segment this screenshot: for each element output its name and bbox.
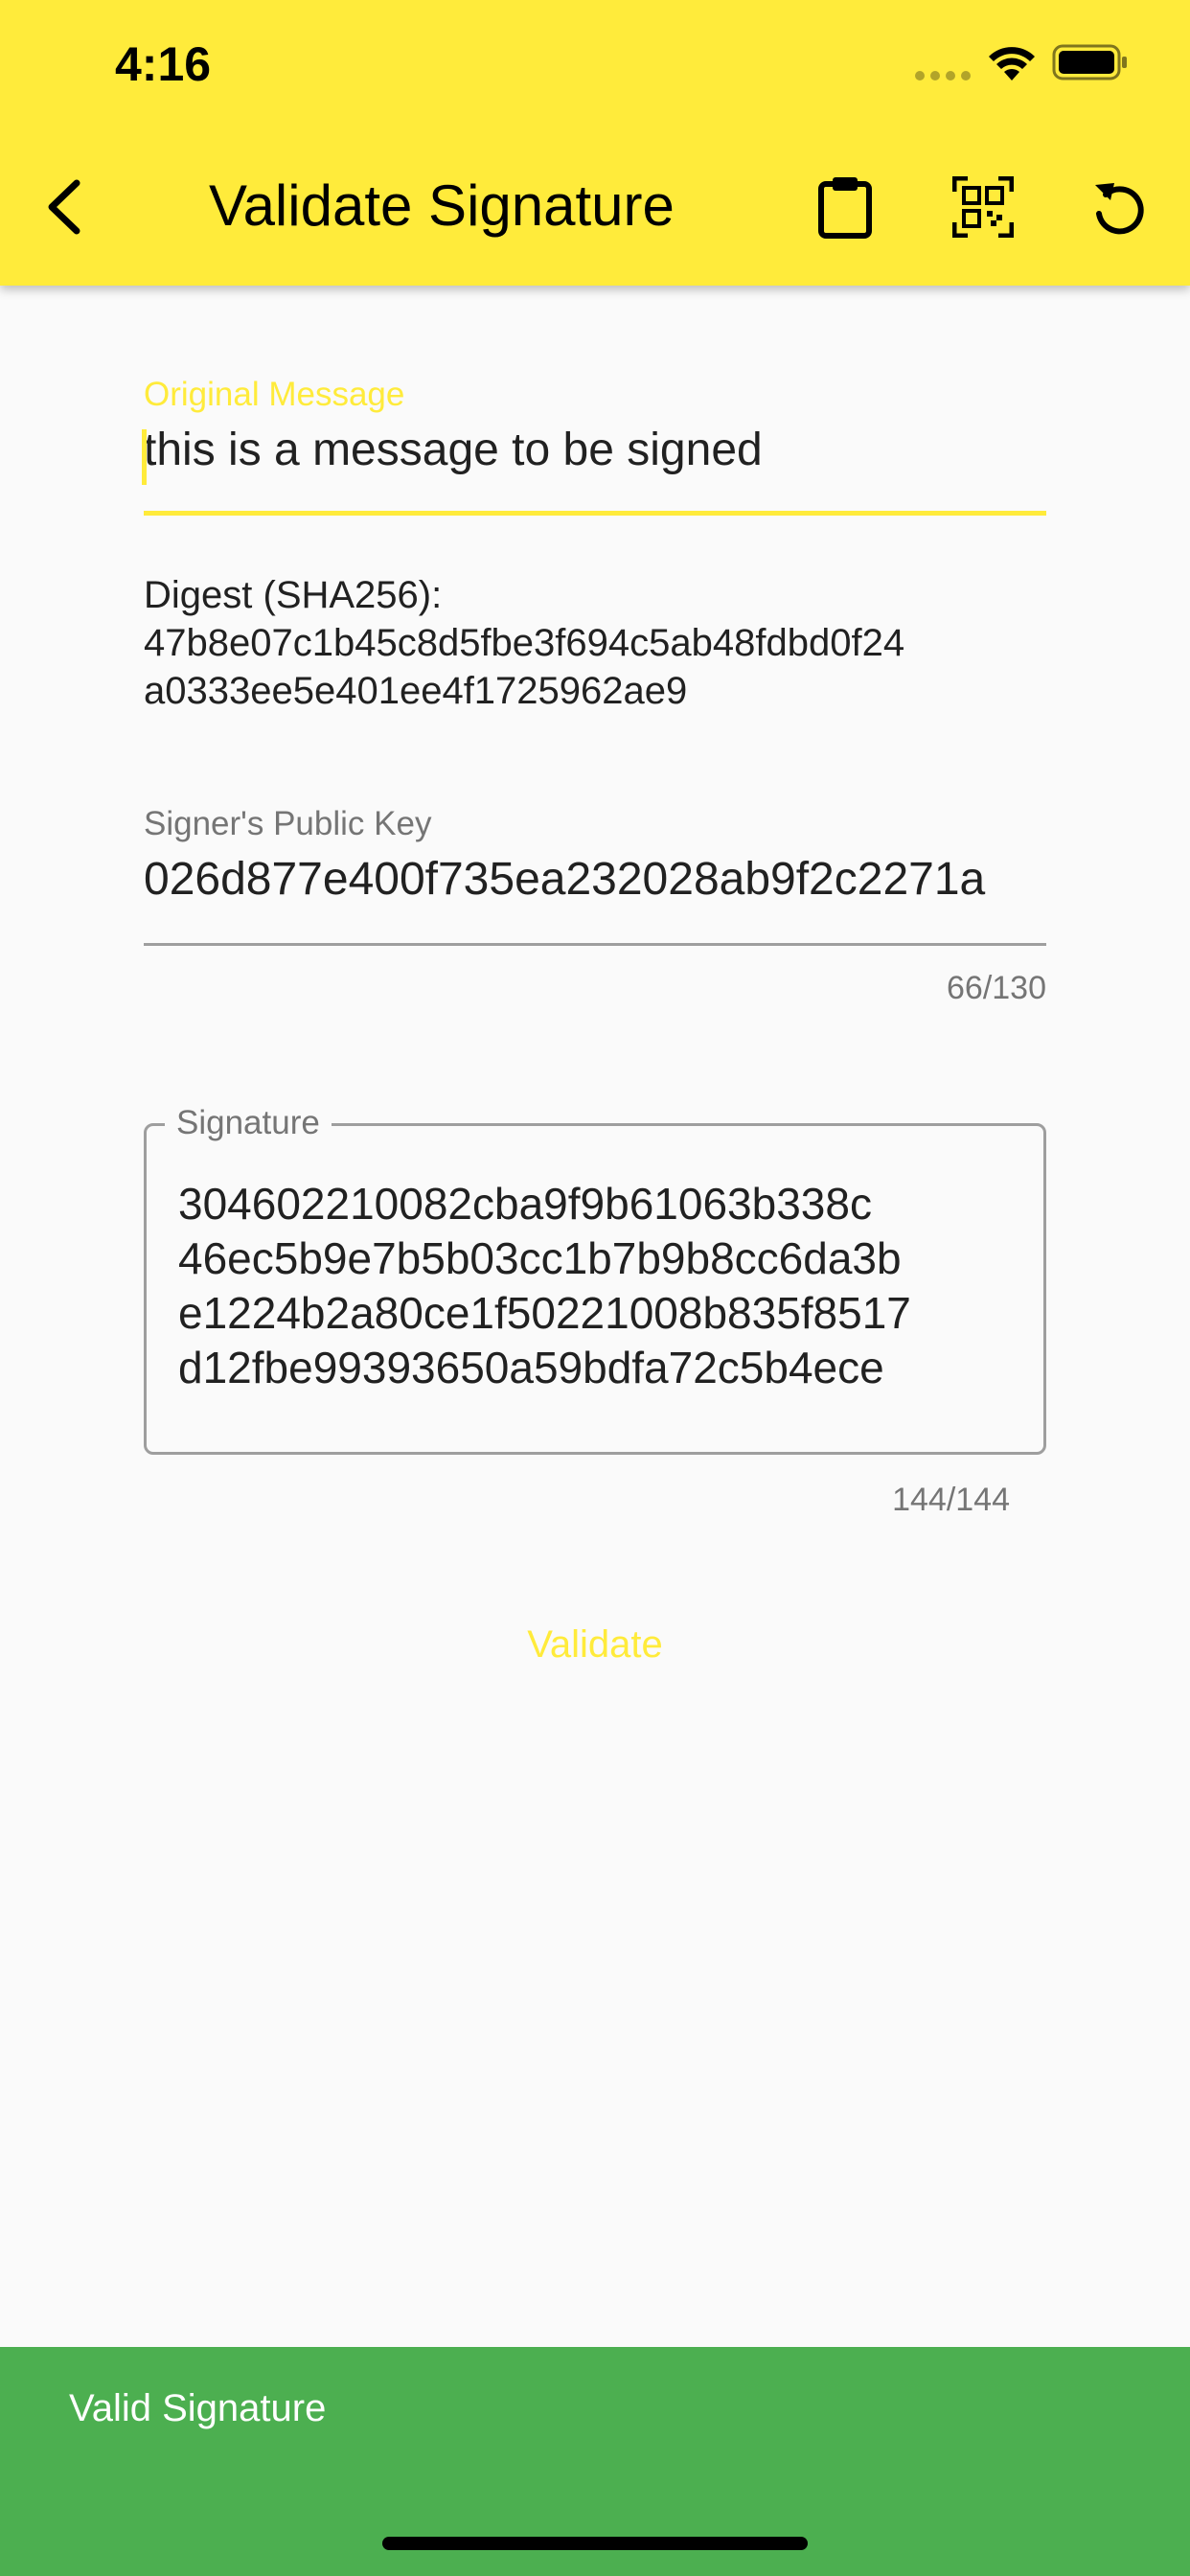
signature-char-counter: 144/144 xyxy=(892,1482,1010,1518)
original-message-input[interactable]: this is a message to be signed xyxy=(144,424,763,476)
original-message-label: Original Message xyxy=(144,376,405,413)
text-cursor xyxy=(142,429,147,485)
public-key-char-counter: 66/130 xyxy=(947,970,1046,1006)
status-time: 4:16 xyxy=(115,37,212,91)
qr-code-scan-icon xyxy=(952,176,1014,238)
back-arrow-icon xyxy=(48,179,80,235)
original-message-underline xyxy=(144,511,1046,516)
cellular-signal-icon xyxy=(915,71,971,80)
app-header: 4:16 Validate Signature xyxy=(0,0,1190,286)
digest-section: Digest (SHA256): 47b8e07c1b45c8d5fbe3f69… xyxy=(144,571,904,715)
public-key-input[interactable]: 026d877e400f735ea232028ab9f2c2271a xyxy=(144,853,1046,906)
scan-qr-button[interactable] xyxy=(945,169,1021,245)
snackbar-message: Valid Signature xyxy=(69,2387,327,2429)
digest-label: Digest (SHA256): xyxy=(144,574,443,616)
reset-icon xyxy=(1095,183,1144,235)
signature-line-4: d12fbe99393650a59bdfa72c5b4ece xyxy=(178,1343,884,1392)
digest-value-line-1: 47b8e07c1b45c8d5fbe3f694c5ab48fdbd0f24 xyxy=(144,622,905,664)
signature-value[interactable]: 304602210082cba9f9b61063b338c 46ec5b9e7b… xyxy=(178,1177,911,1395)
wifi-icon xyxy=(985,42,1039,87)
battery-icon xyxy=(1052,44,1129,85)
public-key-label: Signer's Public Key xyxy=(144,805,432,842)
clipboard-icon xyxy=(818,177,872,239)
signature-line-2: 46ec5b9e7b5b03cc1b7b9b8cc6da3b xyxy=(178,1233,902,1283)
signature-line-3: e1224b2a80ce1f50221008b835f8517 xyxy=(178,1288,911,1338)
digest-value-line-2: a0333ee5e401ee4f1725962ae9 xyxy=(144,670,688,712)
validate-button[interactable]: Validate xyxy=(479,1610,711,1679)
paste-button[interactable] xyxy=(807,169,883,245)
page-title: Validate Signature xyxy=(209,173,675,238)
reset-button[interactable] xyxy=(1081,169,1157,245)
back-button[interactable] xyxy=(33,169,94,245)
signature-label: Signature xyxy=(165,1104,332,1142)
home-indicator[interactable] xyxy=(382,2537,808,2550)
signature-line-1: 304602210082cba9f9b61063b338c xyxy=(178,1179,872,1229)
public-key-underline xyxy=(144,943,1046,946)
